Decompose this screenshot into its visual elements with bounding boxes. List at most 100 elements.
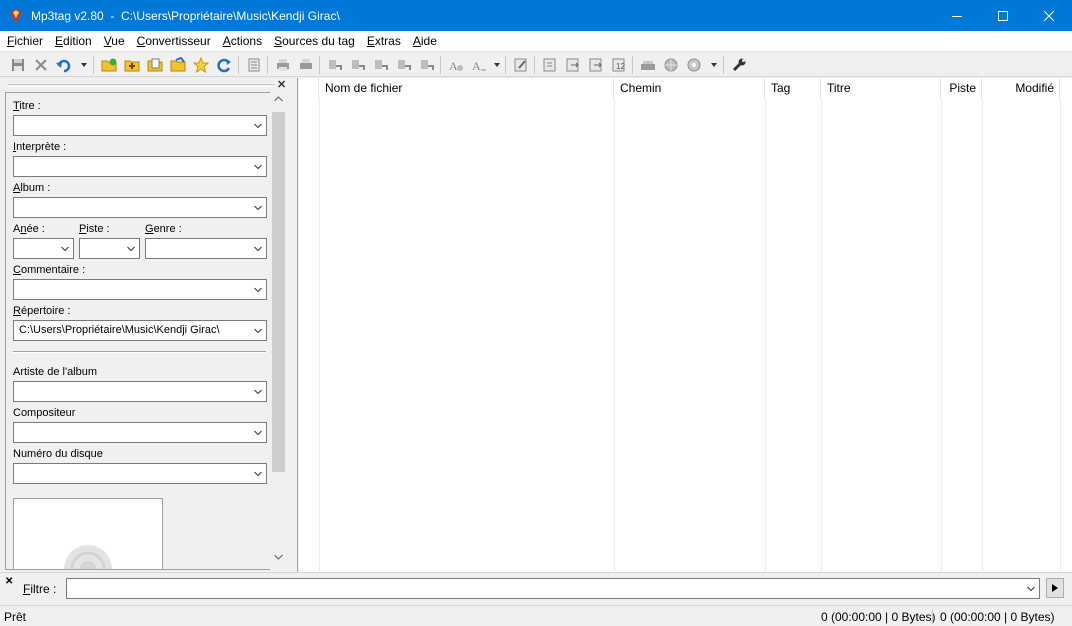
menu-fichier[interactable]: Fichier (1, 31, 49, 51)
menu-extras[interactable]: Extras (361, 31, 407, 51)
filter-bar: ✕ Filtre : (0, 572, 1072, 604)
column-divider (1060, 99, 1061, 572)
status-selected-files: 0 (00:00:00 | 0 Bytes) (821, 610, 936, 624)
toolbar-separator (632, 56, 633, 74)
chevron-down-icon (254, 328, 262, 334)
tag-list-button[interactable] (245, 56, 263, 74)
undo-icon (56, 59, 71, 73)
document-edit-icon (543, 58, 556, 72)
document-arrow-icon (566, 58, 579, 72)
tag-filename-button[interactable] (326, 56, 344, 74)
artist-field[interactable] (13, 156, 267, 177)
chevron-down-icon (254, 430, 262, 436)
genre-field[interactable] (145, 238, 267, 259)
column-header-icon[interactable] (299, 78, 319, 99)
toolbar-separator (534, 56, 535, 74)
import-tags-button[interactable] (587, 56, 605, 74)
freedb-button[interactable] (639, 56, 657, 74)
disc-number-field[interactable] (13, 463, 267, 484)
auto-number-button[interactable] (541, 56, 559, 74)
column-header-track[interactable]: Piste (941, 78, 982, 99)
column-header-path[interactable]: Chemin (614, 78, 765, 99)
chevron-down-icon (254, 164, 262, 170)
menu-sources-du-tag[interactable]: Sources du tag (268, 31, 361, 51)
column-header-filename[interactable]: Nom de fichier (319, 78, 614, 99)
folder-list-icon (147, 58, 163, 72)
case-conversion-button[interactable]: A (447, 56, 465, 74)
numbering-button[interactable]: 12 (610, 56, 628, 74)
menu-vue[interactable]: Vue (98, 31, 131, 51)
change-directory-button[interactable] (100, 56, 118, 74)
playlist-button[interactable] (146, 56, 164, 74)
filter-input[interactable] (66, 578, 1040, 599)
filter-close-icon[interactable]: ✕ (5, 576, 13, 587)
year-field[interactable] (13, 238, 74, 259)
chevron-down-icon (254, 287, 262, 293)
save-icon (12, 59, 24, 71)
column-header-modified[interactable]: Modifié (982, 78, 1060, 99)
minimize-button[interactable] (934, 0, 980, 31)
text-actions-dropdown-icon[interactable] (494, 63, 500, 67)
star-icon (193, 57, 209, 73)
directory-field[interactable]: C:\Users\Propriétaire\Music\Kendji Girac… (13, 320, 267, 341)
edit-button[interactable] (512, 56, 530, 74)
filter-apply-button[interactable] (1046, 578, 1064, 598)
close-button[interactable] (1026, 0, 1072, 31)
print-button[interactable] (274, 56, 292, 74)
remove-tag-button[interactable] (32, 56, 50, 74)
column-divider (941, 99, 942, 572)
year-label: Anée : (13, 223, 45, 235)
track-label: Piste : (79, 223, 110, 235)
filename-tag-button[interactable] (349, 56, 367, 74)
tag-tag-button[interactable] (372, 56, 390, 74)
cd-icon (687, 58, 701, 72)
menu-edition[interactable]: Edition (49, 31, 98, 51)
scroll-up-icon[interactable] (274, 96, 283, 102)
artist-label: Interprète : (13, 141, 67, 153)
export-button[interactable] (297, 56, 315, 74)
panel-close-icon[interactable]: ✕ (277, 78, 286, 91)
open-folder-button[interactable] (169, 56, 187, 74)
status-total-files: 0 (00:00:00 | 0 Bytes) (940, 610, 1055, 624)
track-field[interactable] (79, 238, 140, 259)
export-tags-button[interactable] (564, 56, 582, 74)
title-field[interactable] (13, 115, 267, 136)
album-field[interactable] (13, 197, 267, 218)
tag-text-file-button[interactable] (418, 56, 436, 74)
undo-dropdown-icon[interactable] (81, 63, 87, 67)
add-directory-button[interactable] (123, 56, 141, 74)
menu-aide[interactable]: Aide (407, 31, 443, 51)
composer-field[interactable] (13, 422, 267, 443)
scroll-down-icon[interactable] (274, 554, 283, 560)
toolbar-separator (505, 56, 506, 74)
favorites-button[interactable] (192, 56, 210, 74)
tag-panel: ✕ Titre : Interprète : Album : Anée : Pi… (0, 78, 298, 572)
tag-panel-scrollbar[interactable] (270, 92, 287, 570)
web-source-button[interactable] (662, 56, 680, 74)
cover-art-box[interactable] (13, 498, 163, 569)
panel-grip[interactable] (8, 84, 274, 87)
text-actions-button[interactable]: A (470, 56, 488, 74)
options-button[interactable] (730, 56, 748, 74)
tag-fields-area: Titre : Interprète : Album : Anée : Pist… (5, 92, 271, 570)
album-artist-field[interactable] (13, 381, 267, 402)
chevron-down-icon[interactable] (1027, 585, 1035, 593)
file-list[interactable]: Nom de fichier Chemin Tag Titre Piste Mo… (299, 78, 1072, 572)
chevron-down-icon (254, 389, 262, 395)
undo-button[interactable] (55, 56, 73, 74)
fields-divider (13, 351, 266, 353)
refresh-button[interactable] (215, 56, 233, 74)
column-header-tag[interactable]: Tag (765, 78, 821, 99)
save-button[interactable] (9, 56, 27, 74)
tag-sources-button[interactable] (685, 56, 703, 74)
scrollbar-thumb[interactable] (272, 112, 285, 472)
column-header-title[interactable]: Titre (821, 78, 941, 99)
tag-sources-dropdown-icon[interactable] (711, 63, 717, 67)
globe-icon (664, 58, 678, 72)
maximize-button[interactable] (980, 0, 1026, 31)
menu-convertisseur[interactable]: Convertisseur (131, 31, 217, 51)
comment-field[interactable] (13, 279, 267, 300)
folder-open-icon (170, 57, 186, 72)
text-file-tag-button[interactable] (395, 56, 413, 74)
menu-actions[interactable]: Actions (217, 31, 268, 51)
